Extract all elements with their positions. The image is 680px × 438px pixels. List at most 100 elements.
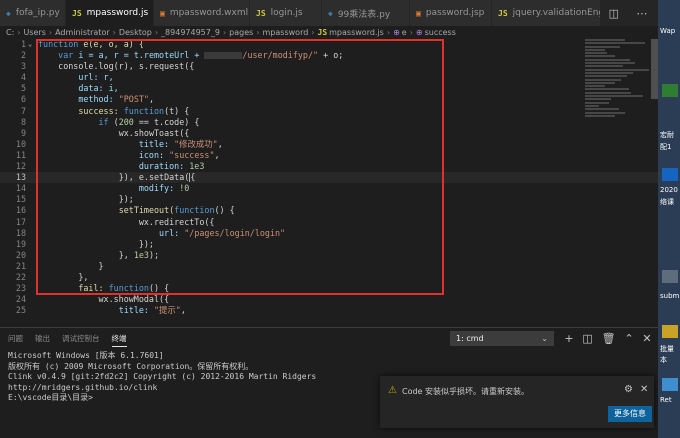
code-line: 16 setTimeout(function() {	[0, 205, 658, 216]
line-number: 22	[15, 271, 26, 282]
redacted-block	[204, 52, 243, 60]
code-token: () {	[148, 283, 170, 294]
tab-debug-console[interactable]: 调试控制台	[62, 333, 100, 347]
chevron-right-icon: ›	[48, 28, 53, 37]
code-token: 1e3	[133, 249, 149, 260]
line-number: 1	[20, 39, 26, 49]
code-line: 5 data: i,	[0, 83, 658, 94]
terminal-prompt: E:\vscode目录\目录>	[8, 393, 93, 402]
breadcrumb-item[interactable]: Administrator	[55, 28, 110, 37]
file-shortcut-icon[interactable]	[662, 270, 678, 283]
breadcrumb-item[interactable]: _894974957_9	[161, 28, 220, 37]
tab-terminal[interactable]: 终端	[111, 333, 127, 347]
minimap[interactable]	[585, 39, 655, 139]
terminal-select[interactable]: 1: cmd ⌄	[450, 331, 554, 346]
tab-mpassword-js[interactable]: JS mpassword.js ✕	[66, 0, 154, 26]
desktop-icon-label[interactable]: 配1	[660, 142, 671, 152]
code-token: url:	[159, 227, 185, 238]
code-line: 19 });	[0, 239, 658, 250]
new-terminal-icon[interactable]: +	[564, 332, 573, 345]
tab-fofa-ip[interactable]: ◆ fofa_ip.py	[0, 0, 66, 26]
breadcrumb-item[interactable]: success	[425, 28, 456, 37]
code-token: success:	[78, 105, 124, 116]
code-line: 22 },	[0, 272, 658, 283]
jsp-file-icon: ▣	[416, 8, 421, 18]
code-token: },	[118, 249, 134, 260]
line-number: 2	[20, 50, 26, 61]
line-number: 16	[15, 205, 26, 216]
code-token: + o;	[318, 50, 344, 61]
tab-problems[interactable]: 问题	[8, 333, 23, 347]
breadcrumb-item[interactable]: Users	[23, 28, 45, 37]
folder-icon[interactable]	[662, 325, 678, 338]
tab-multiplication-table-py[interactable]: ◆ 99乘法表.py	[322, 0, 410, 26]
code-token: ,	[180, 305, 186, 316]
tab-password-jsp[interactable]: ▣ password.jsp	[410, 0, 492, 26]
tab-label: password.jsp	[425, 8, 485, 18]
chevron-right-icon: ›	[386, 28, 391, 37]
split-terminal-icon[interactable]: ◫	[582, 332, 592, 345]
close-panel-icon[interactable]: ✕	[642, 332, 651, 345]
tab-label: login.js	[270, 8, 303, 18]
code-token: }), e.setData(	[118, 172, 190, 183]
code-token: }	[98, 260, 104, 271]
line-number: 12	[15, 161, 26, 172]
code-token: if	[98, 116, 109, 127]
tab-mpassword-wxml[interactable]: ▣ mpassword.wxml	[154, 0, 250, 26]
desktop-icon-label[interactable]: 批量	[660, 344, 674, 354]
more-actions-icon[interactable]: ⋯	[636, 7, 647, 20]
tab-jquery-validation[interactable]: JS jquery.validationEngine-cn.js	[492, 0, 602, 26]
code-editor[interactable]: 1 ⌄ function e(e, o, a) { 2 var i = a, r =…	[0, 39, 658, 327]
function-symbol-icon: ⊕	[393, 28, 400, 37]
maximize-panel-icon[interactable]: ⌃	[624, 332, 633, 345]
code-token: ,	[148, 94, 154, 105]
line-number: 8	[20, 116, 26, 127]
line-number: 10	[15, 138, 26, 149]
breadcrumb-item[interactable]: mpassword.js	[329, 28, 384, 37]
line-number: 17	[15, 216, 26, 227]
desktop-icon-label[interactable]: Ret	[660, 396, 672, 404]
desktop-icon-label[interactable]: 络课	[660, 197, 674, 207]
app-shortcut-icon[interactable]	[662, 168, 678, 181]
split-editor-icon[interactable]: ◫	[609, 7, 619, 20]
desktop-icon-label[interactable]: 宏耐	[660, 130, 674, 140]
more-info-button[interactable]: 更多信息	[608, 406, 652, 422]
code-token: wx.showToast({	[118, 127, 190, 138]
tab-label: 99乘法表.py	[337, 9, 391, 20]
code-line: 7 success: function(t) {	[0, 106, 658, 117]
breadcrumb-item[interactable]: Desktop	[119, 28, 152, 37]
line-number: 20	[15, 249, 26, 260]
desktop-icon-label[interactable]: subm	[660, 292, 679, 300]
xml-file-icon: ▣	[160, 8, 165, 18]
fold-chevron-icon[interactable]: ⌄	[28, 39, 32, 50]
breadcrumb-item[interactable]: pages	[229, 28, 253, 37]
desktop-icon-label[interactable]: 本	[660, 355, 667, 365]
code-line: 3 console.log(r), s.request({	[0, 61, 658, 72]
code-line: 20 }, 1e3);	[0, 250, 658, 261]
code-token: wx.showModal({	[98, 294, 170, 305]
code-token: icon:	[138, 149, 170, 160]
editor-actions: ◫ ⋯	[600, 0, 656, 26]
tab-output[interactable]: 输出	[35, 333, 50, 347]
tab-label: mpassword.wxml	[169, 8, 249, 18]
terminal-line: Microsoft Windows [版本 6.1.7601]	[8, 351, 164, 360]
editor-scrollbar[interactable]	[651, 39, 658, 99]
app-shortcut-icon[interactable]	[662, 84, 678, 97]
tab-login-js[interactable]: JS login.js	[250, 0, 322, 26]
chevron-right-icon: ›	[409, 28, 413, 37]
terminal-output[interactable]: Microsoft Windows [版本 6.1.7601] 版权所有 (c) …	[8, 351, 316, 404]
trash-icon[interactable]: 🗑	[602, 332, 616, 345]
code-token: title:	[138, 138, 175, 149]
breadcrumb-item[interactable]: C:	[6, 28, 14, 37]
code-token: == t.code) {	[133, 116, 200, 127]
python-file-icon: ◆	[328, 8, 333, 18]
breadcrumb-item[interactable]: mpassword	[263, 28, 309, 37]
gear-icon[interactable]: ⚙	[624, 384, 633, 395]
breadcrumb-item[interactable]: e	[402, 28, 407, 37]
file-shortcut-icon[interactable]	[662, 378, 678, 391]
desktop-icon-label[interactable]: Wap	[660, 27, 675, 35]
close-icon[interactable]: ✕	[640, 384, 648, 395]
desktop-icon-label[interactable]: 2020	[660, 186, 678, 194]
tab-label: mpassword.js	[86, 8, 149, 18]
line-number: 15	[15, 194, 26, 205]
